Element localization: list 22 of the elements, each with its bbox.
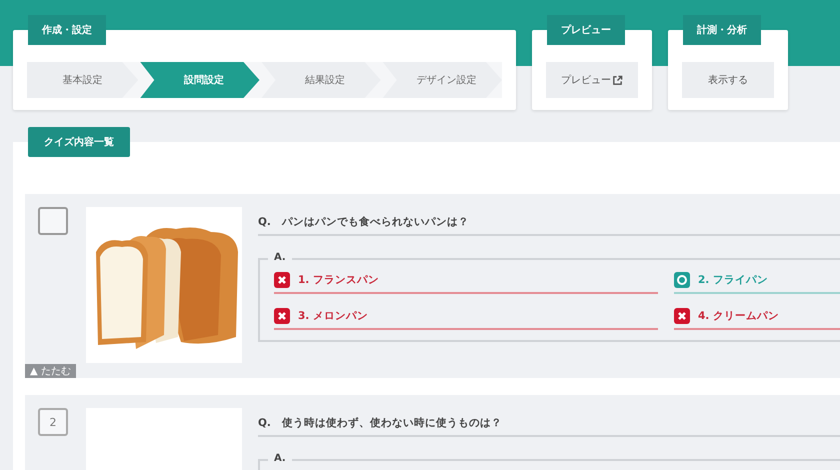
step-tab[interactable]: 基本設定 (27, 62, 138, 98)
answer-label: A. (268, 453, 292, 464)
answer-label: A. (268, 252, 292, 263)
step-tab[interactable]: デザイン設定 (380, 62, 502, 98)
panel-button[interactable]: プレビュー (546, 62, 638, 98)
panel-button[interactable]: 表示する (682, 62, 774, 98)
question-text: Q. 使う時は使わず、使わない時に使うものは？ (258, 416, 840, 437)
external-link-icon (612, 74, 623, 86)
answer-choice: 4. クリームパン (674, 308, 840, 330)
correct-icon (674, 272, 690, 288)
incorrect-icon (274, 308, 290, 324)
step-tab[interactable]: 結果設定 (260, 62, 381, 98)
answer-choice: 3. メロンパン (274, 308, 658, 330)
step-tab[interactable]: 設問設定 (138, 62, 260, 98)
question-text: Q. パンはパンでも食べられないパンは？ (258, 215, 840, 236)
answer-choice: 1. フランスパン (274, 272, 658, 294)
question-number: 2 (38, 408, 68, 436)
incorrect-icon (274, 272, 290, 288)
answer-choice: 2. フライパン (674, 272, 840, 294)
checkbox[interactable] (38, 207, 68, 235)
collapse-button[interactable]: ▲ たたむ (25, 364, 76, 378)
incorrect-icon (674, 308, 690, 324)
